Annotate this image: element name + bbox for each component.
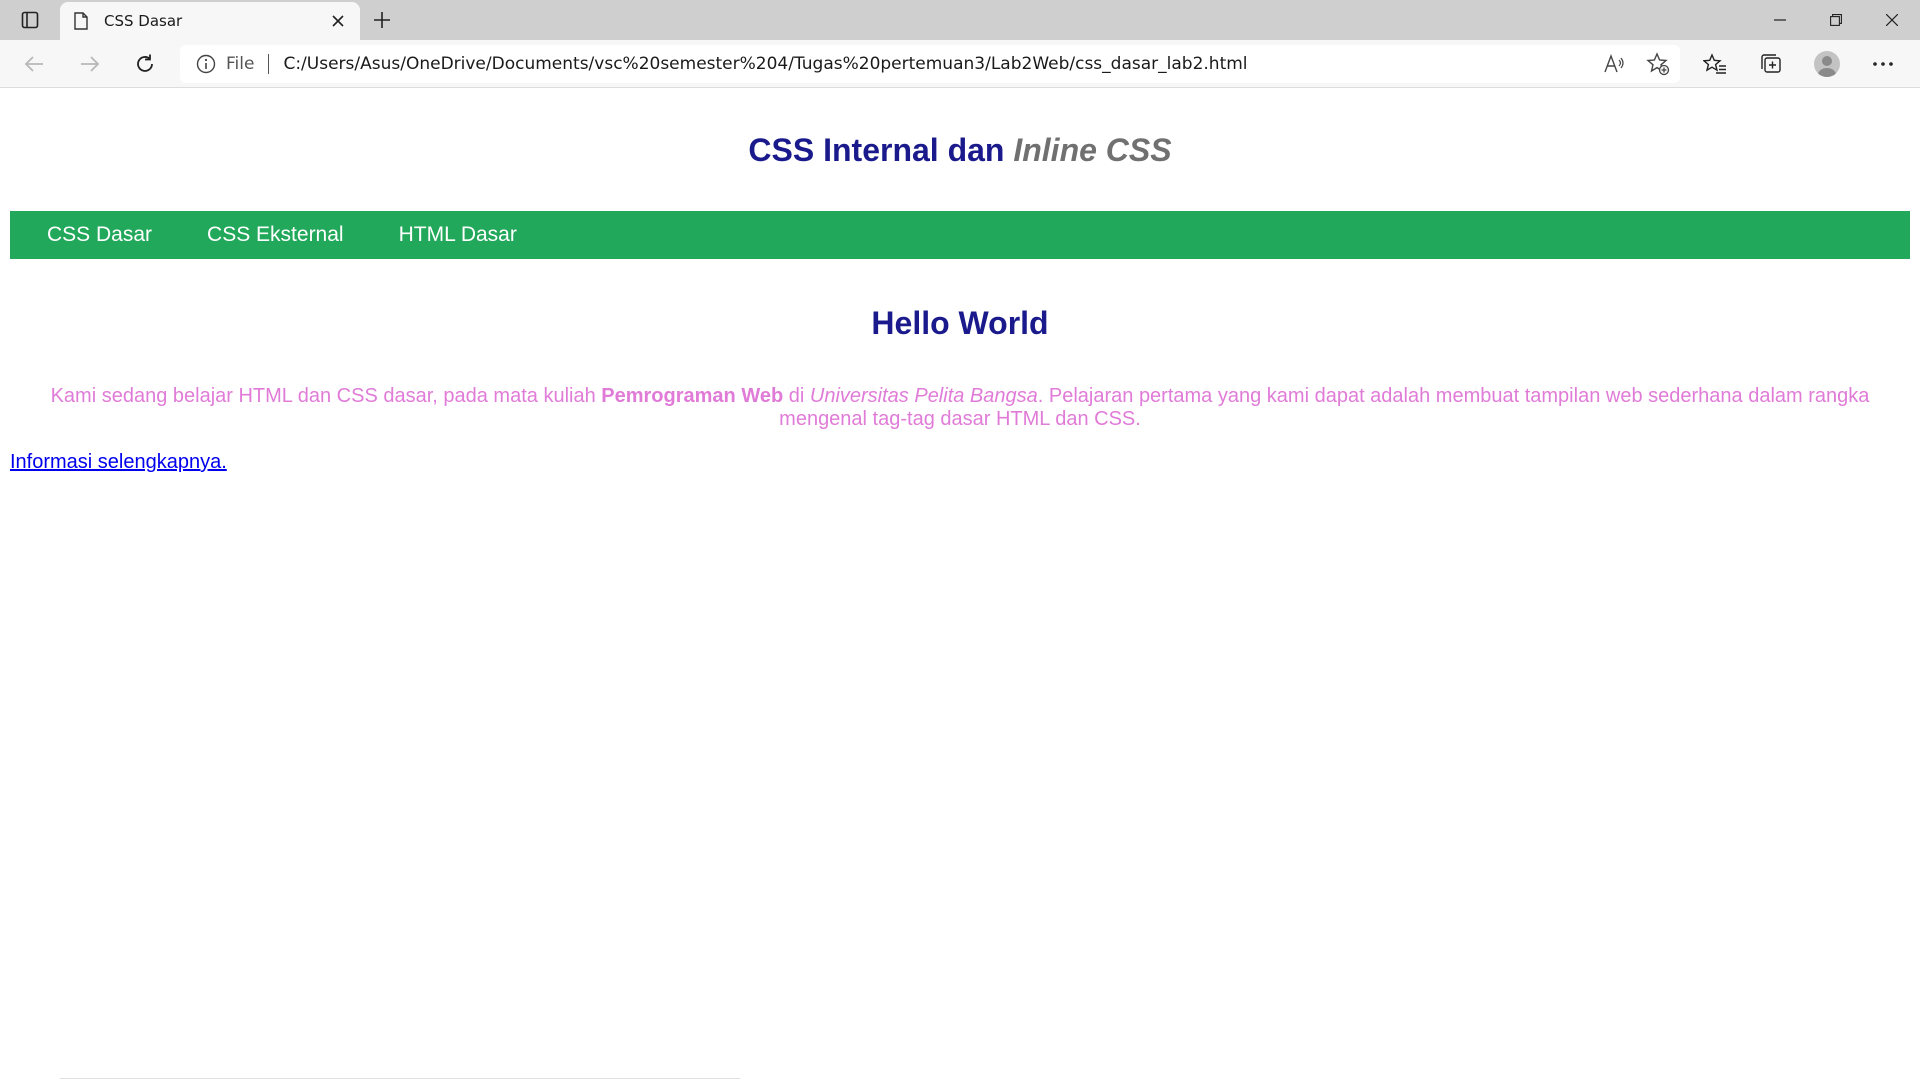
window-controls bbox=[1752, 0, 1920, 40]
avatar bbox=[1814, 51, 1840, 77]
description-paragraph: Kami sedang belajar HTML dan CSS dasar, … bbox=[10, 385, 1910, 431]
refresh-icon bbox=[137, 54, 153, 72]
divider bbox=[268, 54, 270, 74]
address-bar[interactable]: File C:/Users/Asus/OneDrive/Documents/vs… bbox=[180, 45, 1680, 83]
back-arrow-icon bbox=[24, 56, 43, 72]
more-info-link[interactable]: Informasi selengkapnya. bbox=[10, 451, 227, 474]
nav-link-css-eksternal[interactable]: CSS Eksternal bbox=[207, 223, 344, 247]
browser-tab[interactable]: CSS Dasar bbox=[60, 2, 360, 40]
browser-toolbar bbox=[1698, 48, 1900, 80]
nav-link-css-dasar[interactable]: CSS Dasar bbox=[47, 223, 152, 247]
back-button[interactable] bbox=[16, 48, 52, 80]
paragraph-text: di bbox=[783, 385, 810, 407]
tab-actions-button[interactable] bbox=[14, 8, 46, 32]
minimize-button[interactable] bbox=[1752, 0, 1808, 40]
new-tab-button[interactable] bbox=[368, 6, 396, 34]
restore-button[interactable] bbox=[1808, 0, 1864, 40]
scheme-label: File bbox=[226, 54, 255, 74]
info-icon[interactable] bbox=[196, 54, 216, 74]
profile-button[interactable] bbox=[1810, 48, 1844, 80]
more-dots-icon bbox=[1873, 62, 1893, 66]
nav-link-html-dasar[interactable]: HTML Dasar bbox=[399, 223, 517, 247]
tab-bar: CSS Dasar bbox=[0, 0, 1920, 40]
close-window-button[interactable] bbox=[1864, 0, 1920, 40]
close-icon bbox=[1886, 14, 1898, 26]
minimize-icon bbox=[1774, 19, 1786, 21]
restore-icon bbox=[1830, 14, 1842, 26]
url-text[interactable]: C:/Users/Asus/OneDrive/Documents/vsc%20s… bbox=[283, 54, 1247, 74]
page-content: CSS Internal dan Inline CSS CSS Dasar CS… bbox=[10, 89, 1910, 474]
header-main-text: CSS Internal dan bbox=[748, 132, 1014, 168]
bottom-divider bbox=[60, 1078, 740, 1079]
forward-arrow-icon bbox=[81, 56, 100, 72]
collections-button[interactable] bbox=[1754, 48, 1788, 80]
read-aloud-icon[interactable] bbox=[1602, 52, 1626, 76]
paragraph-text: Kami sedang belajar HTML dan CSS dasar, … bbox=[50, 385, 602, 407]
collections-icon bbox=[1761, 54, 1781, 73]
italic-university-name: Universitas Pelita Bangsa bbox=[809, 385, 1038, 407]
close-tab-icon[interactable] bbox=[326, 9, 350, 33]
tab-actions-icon bbox=[21, 11, 39, 29]
favorites-button[interactable] bbox=[1698, 48, 1732, 80]
refresh-button[interactable] bbox=[127, 48, 163, 80]
hello-heading: Hello World bbox=[871, 305, 1049, 341]
page-icon bbox=[72, 11, 90, 31]
bold-course-name: Pemrograman Web bbox=[601, 385, 784, 407]
page-header: CSS Internal dan Inline CSS bbox=[10, 132, 1910, 169]
nav-bar: CSS Dasar CSS Eksternal HTML Dasar bbox=[10, 211, 1910, 259]
forward-button[interactable] bbox=[72, 48, 108, 80]
plus-icon bbox=[374, 12, 390, 28]
tab-title: CSS Dasar bbox=[104, 12, 183, 30]
address-bar-row: File C:/Users/Asus/OneDrive/Documents/vs… bbox=[0, 40, 1920, 88]
favorites-icon bbox=[1703, 53, 1726, 74]
add-favorite-icon[interactable] bbox=[1646, 52, 1670, 76]
header-italic-text: Inline CSS bbox=[1013, 132, 1172, 168]
settings-more-button[interactable] bbox=[1866, 48, 1900, 80]
